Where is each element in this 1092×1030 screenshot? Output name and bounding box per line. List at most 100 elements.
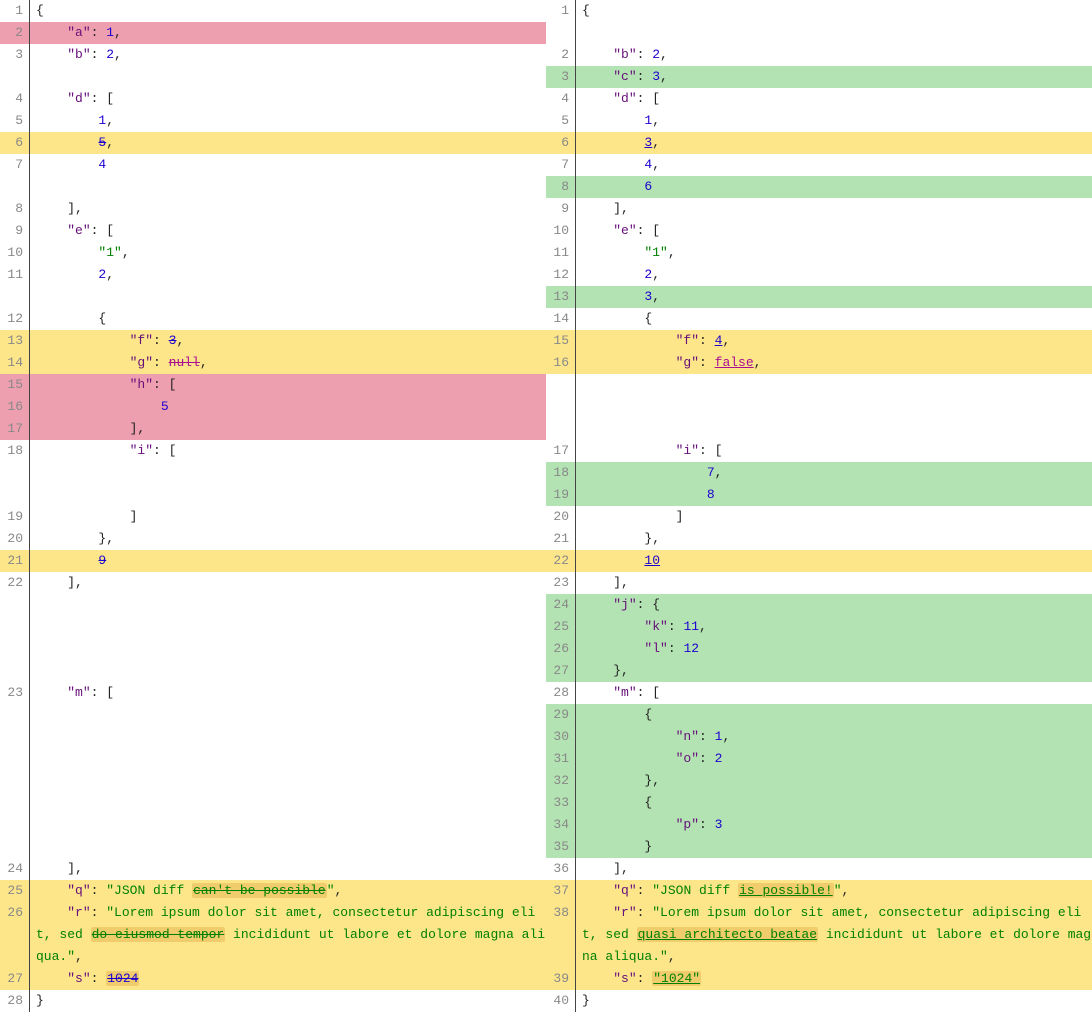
diff-row: 25 "q": "JSON diff can't be possible",: [0, 880, 546, 902]
code-line: ],: [576, 858, 1092, 880]
line-number: 19: [546, 484, 576, 506]
code-line: "q": "JSON diff can't be possible",: [30, 880, 546, 902]
code-line: "b": 2,: [576, 44, 1092, 66]
diff-row: [0, 660, 546, 682]
code-line: 4,: [576, 154, 1092, 176]
line-number: 26: [546, 638, 576, 660]
diff-row: [0, 616, 546, 638]
diff-row: 9 ],: [546, 198, 1092, 220]
code-line: "1",: [30, 242, 546, 264]
diff-row: [0, 484, 546, 506]
line-number: [546, 22, 576, 44]
line-number: [546, 418, 576, 440]
code-line: [30, 836, 546, 858]
code-line: [30, 462, 546, 484]
line-number: 21: [0, 550, 30, 572]
code-line: "a": 1,: [30, 22, 546, 44]
line-number: 9: [0, 220, 30, 242]
line-number: 33: [546, 792, 576, 814]
code-line: 7,: [576, 462, 1092, 484]
code-line: [30, 660, 546, 682]
code-line: [30, 726, 546, 748]
line-number: 18: [546, 462, 576, 484]
diff-row: 19 8: [546, 484, 1092, 506]
line-number: [0, 638, 30, 660]
diff-row: [546, 418, 1092, 440]
diff-row: 21 9: [0, 550, 546, 572]
line-number: 11: [0, 264, 30, 286]
code-line: ]: [30, 506, 546, 528]
diff-row: 27 },: [546, 660, 1092, 682]
code-line: "d": [: [576, 88, 1092, 110]
line-number: 36: [546, 858, 576, 880]
diff-row: 10 "1",: [0, 242, 546, 264]
diff-row: 1{: [0, 0, 546, 22]
line-number: 30: [546, 726, 576, 748]
diff-row: 14 {: [546, 308, 1092, 330]
code-line: "i": [: [576, 440, 1092, 462]
line-number: 5: [0, 110, 30, 132]
diff-row: 15 "f": 4,: [546, 330, 1092, 352]
line-number: 27: [0, 968, 30, 990]
diff-row: 29 {: [546, 704, 1092, 726]
line-number: 11: [546, 242, 576, 264]
code-line: 2,: [30, 264, 546, 286]
line-number: [0, 748, 30, 770]
diff-row: [0, 770, 546, 792]
code-line: "g": null,: [30, 352, 546, 374]
line-number: 12: [546, 264, 576, 286]
line-number: [0, 594, 30, 616]
diff-row: [0, 66, 546, 88]
code-line: 5,: [30, 132, 546, 154]
diff-row: 5 1,: [0, 110, 546, 132]
diff-row: 22 ],: [0, 572, 546, 594]
code-line: {: [30, 308, 546, 330]
line-number: 20: [0, 528, 30, 550]
code-line: "s": "1024": [576, 968, 1092, 990]
line-number: 14: [0, 352, 30, 374]
code-line: 3,: [576, 132, 1092, 154]
line-number: [546, 396, 576, 418]
diff-row: 1{: [546, 0, 1092, 22]
diff-row: 39 "s": "1024": [546, 968, 1092, 990]
diff-row: 15 "h": [: [0, 374, 546, 396]
line-number: 6: [546, 132, 576, 154]
code-line: [30, 704, 546, 726]
diff-row: 37 "q": "JSON diff is possible!",: [546, 880, 1092, 902]
code-line: }: [576, 836, 1092, 858]
code-line: ],: [30, 572, 546, 594]
code-line: {: [30, 0, 546, 22]
code-line: }: [576, 990, 1092, 1012]
diff-row: 18 "i": [: [0, 440, 546, 462]
diff-row: 26 "l": 12: [546, 638, 1092, 660]
line-number: 26: [0, 902, 30, 968]
code-line: "q": "JSON diff is possible!",: [576, 880, 1092, 902]
diff-row: 3 "b": 2,: [0, 44, 546, 66]
code-line: [576, 418, 1092, 440]
line-number: 3: [546, 66, 576, 88]
line-number: 28: [546, 682, 576, 704]
line-number: 16: [0, 396, 30, 418]
line-number: 15: [0, 374, 30, 396]
diff-row: 19 ]: [0, 506, 546, 528]
code-line: 2,: [576, 264, 1092, 286]
diff-row: [546, 374, 1092, 396]
line-number: 7: [0, 154, 30, 176]
code-line: "f": 3,: [30, 330, 546, 352]
line-number: 4: [0, 88, 30, 110]
diff-row: [0, 638, 546, 660]
line-number: 27: [546, 660, 576, 682]
line-number: [0, 616, 30, 638]
line-number: [0, 814, 30, 836]
line-number: 3: [0, 44, 30, 66]
code-line: 9: [30, 550, 546, 572]
diff-row: 38 "r": "Lorem ipsum dolor sit amet, con…: [546, 902, 1092, 968]
line-number: 10: [546, 220, 576, 242]
code-line: "j": {: [576, 594, 1092, 616]
line-number: [546, 374, 576, 396]
code-line: "m": [: [576, 682, 1092, 704]
code-line: [30, 748, 546, 770]
diff-row: 6 5,: [0, 132, 546, 154]
left-pane: 1{2 "a": 1,3 "b": 2,4 "d": [5 1,6 5,7 48…: [0, 0, 546, 1012]
line-number: 15: [546, 330, 576, 352]
